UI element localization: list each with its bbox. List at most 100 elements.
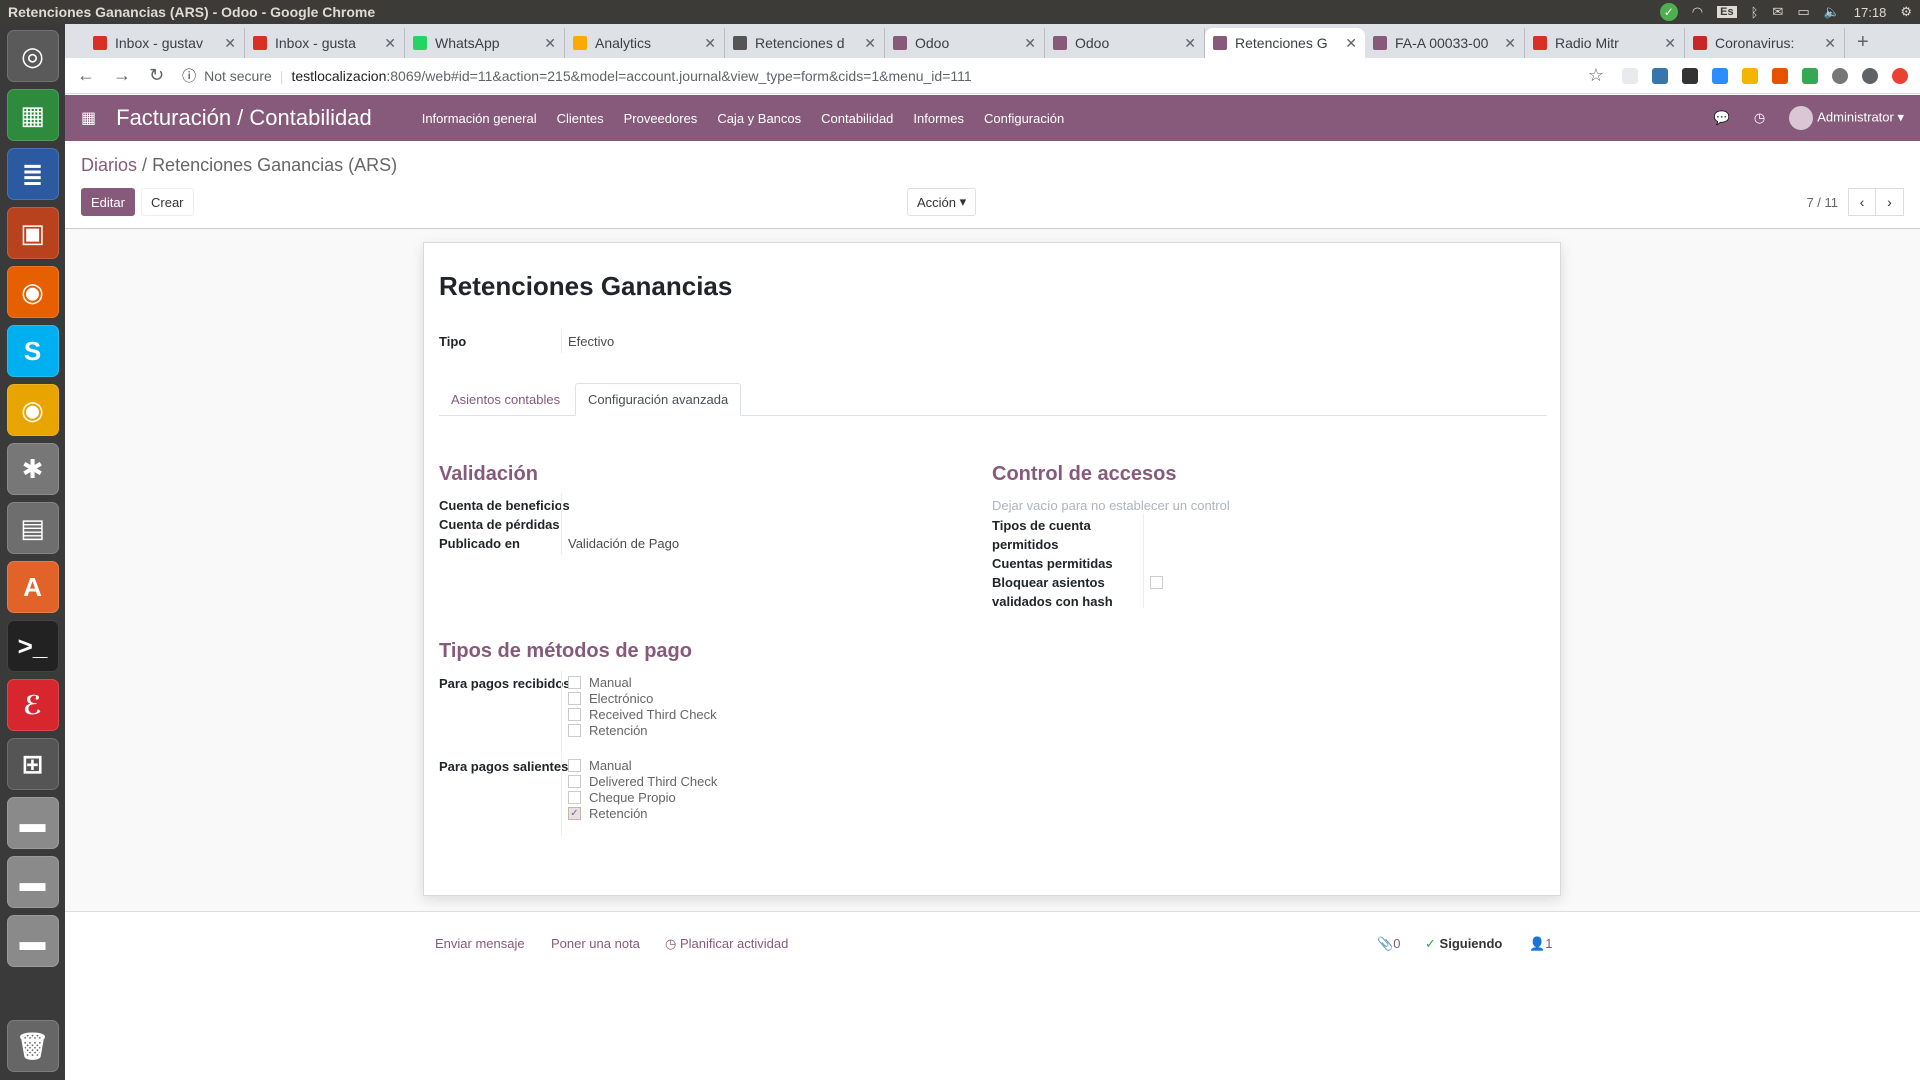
firefox-icon[interactable]: ◉	[6, 266, 59, 318]
browser-tab[interactable]: FA-A 00033-00 ✕	[1365, 28, 1525, 58]
log-note-button[interactable]: Poner una nota	[551, 936, 640, 951]
files-icon[interactable]: ▤	[6, 502, 59, 554]
close-icon[interactable]: ✕	[1184, 35, 1196, 52]
back-arrow-icon[interactable]: ←	[77, 65, 95, 86]
extension-icon[interactable]	[1802, 67, 1818, 84]
skype-icon[interactable]: S	[6, 325, 59, 377]
extension-icon[interactable]	[1832, 67, 1848, 84]
menu-item[interactable]: Contabilidad	[821, 111, 893, 126]
close-icon[interactable]: ✕	[864, 35, 876, 52]
clock[interactable]: 17:18	[1854, 5, 1887, 20]
menu-item[interactable]: Información general	[422, 111, 537, 126]
menu-item[interactable]: Proveedores	[624, 111, 698, 126]
close-icon[interactable]: ✕	[1664, 35, 1676, 52]
terminal-icon[interactable]: >_	[6, 620, 59, 672]
action-dropdown[interactable]: Acción ▾	[907, 188, 977, 216]
close-icon[interactable]: ✕	[1824, 35, 1836, 52]
profile-avatar-icon[interactable]	[1862, 67, 1878, 84]
keyboard-layout-indicator[interactable]: Es	[1717, 6, 1737, 18]
payment-method-checkbox[interactable]: Electrónico	[568, 691, 653, 706]
mail-icon[interactable]: ✉	[1772, 4, 1783, 20]
send-message-button[interactable]: Enviar mensaje	[435, 936, 525, 951]
spreadsheet-app-icon[interactable]: ▦	[6, 89, 59, 141]
forward-arrow-icon[interactable]: →	[113, 65, 131, 86]
volume-icon[interactable]: 🔈	[1824, 4, 1840, 20]
workspace-switcher-icon[interactable]: ⊞	[6, 738, 59, 790]
menu-item[interactable]: Clientes	[557, 111, 604, 126]
menu-item[interactable]: Caja y Bancos	[717, 111, 801, 126]
payment-method-checkbox[interactable]: Retención	[568, 723, 648, 738]
pager-value[interactable]: 7 / 11	[1806, 195, 1838, 210]
breadcrumb-diarios[interactable]: Diarios	[81, 155, 137, 175]
activities-clock-icon[interactable]: ◷	[1754, 110, 1765, 126]
drive-icon[interactable]: ▬	[6, 797, 59, 849]
create-button[interactable]: Crear	[141, 188, 194, 216]
menu-item[interactable]: Configuración	[984, 111, 1064, 126]
presentation-app-icon[interactable]: ▣	[6, 207, 59, 259]
close-icon[interactable]: ✕	[544, 35, 556, 52]
bluetooth-icon[interactable]: ᛒ	[1751, 5, 1759, 20]
battery-icon[interactable]: ▭	[1797, 4, 1809, 20]
drive-icon[interactable]: ▬	[6, 856, 59, 908]
close-icon[interactable]: ✕	[384, 35, 396, 52]
writer-app-icon[interactable]: ≣	[6, 148, 59, 200]
pager-previous-icon[interactable]: ‹	[1848, 188, 1876, 216]
browser-tab[interactable]: Radio Mitr ✕	[1525, 28, 1685, 58]
user-menu[interactable]: Administrator ▾	[1789, 106, 1904, 130]
browser-tab[interactable]: Retenciones G ✕	[1205, 28, 1365, 58]
payment-method-checkbox[interactable]: Manual	[568, 675, 632, 690]
update-indicator-icon[interactable]	[1892, 67, 1908, 84]
drive-icon[interactable]: ▬	[6, 915, 59, 967]
payment-method-checkbox[interactable]: ✓ Retención	[568, 806, 648, 821]
trash-icon[interactable]: 🗑	[6, 1020, 59, 1072]
close-icon[interactable]: ✕	[704, 35, 716, 52]
browser-tab[interactable]: Inbox - gusta ✕	[245, 28, 405, 58]
close-icon[interactable]: ✕	[1024, 35, 1036, 52]
close-icon[interactable]: ✕	[224, 35, 236, 52]
messages-icon[interactable]: 💬	[1714, 110, 1730, 126]
browser-tab[interactable]: WhatsApp ✕	[405, 28, 565, 58]
update-check-icon[interactable]: ✓	[1659, 3, 1678, 21]
browser-tab[interactable]: Retenciones d ✕	[725, 28, 885, 58]
browser-tab[interactable]: Inbox - gustav ✕	[85, 28, 245, 58]
extension-icon[interactable]	[1742, 67, 1758, 84]
following-button[interactable]: ✓ Siguiendo	[1425, 936, 1502, 952]
dash-icon[interactable]: ◎	[6, 30, 59, 82]
browser-tab[interactable]: Odoo ✕	[885, 28, 1045, 58]
bookmark-star-icon[interactable]: ☆	[1588, 65, 1604, 86]
browser-tab[interactable]: Odoo ✕	[1045, 28, 1205, 58]
payment-method-checkbox[interactable]: Manual	[568, 758, 632, 773]
menu-item[interactable]: Informes	[913, 111, 964, 126]
pager-next-icon[interactable]: ›	[1876, 188, 1904, 216]
payment-method-checkbox[interactable]: Received Third Check	[568, 707, 717, 722]
schedule-activity-button[interactable]: ◷ Planificar actividad	[665, 936, 788, 952]
new-tab-icon[interactable]: +	[1845, 31, 1881, 58]
zoom-extension-icon[interactable]	[1712, 67, 1728, 84]
address-bar[interactable]: ⓘ Not secure | testlocalizacion:8069/web…	[182, 66, 1570, 86]
app-brand[interactable]: Facturación / Contabilidad	[116, 105, 372, 131]
close-icon[interactable]: ✕	[1504, 35, 1516, 52]
apps-grid-icon[interactable]: ▦	[81, 108, 96, 128]
tab-asientos-contables[interactable]: Asientos contables	[439, 383, 572, 416]
followers-button[interactable]: 👤1	[1529, 936, 1552, 952]
attachments-button[interactable]: 📎0	[1377, 936, 1400, 952]
extension-icon[interactable]	[1682, 67, 1698, 84]
close-icon[interactable]: ✕	[1345, 35, 1357, 52]
lock-hash-checkbox[interactable]	[1150, 576, 1163, 589]
pdf-reader-icon[interactable]: ℰ	[6, 679, 59, 731]
payment-method-checkbox[interactable]: Delivered Third Check	[568, 774, 717, 789]
system-settings-icon[interactable]: ✱	[6, 443, 59, 495]
extension-icon[interactable]	[1622, 67, 1638, 84]
browser-tab[interactable]: Coronavirus: ✕	[1685, 28, 1845, 58]
tab-configuracion-avanzada[interactable]: Configuración avanzada	[575, 383, 742, 416]
reload-icon[interactable]: ↻	[149, 65, 164, 86]
browser-tab[interactable]: Analytics ✕	[565, 28, 725, 58]
wifi-icon[interactable]: ◠	[1692, 4, 1703, 20]
edit-button[interactable]: Editar	[81, 188, 135, 216]
payment-method-checkbox[interactable]: Cheque Propio	[568, 790, 676, 805]
python-extension-icon[interactable]	[1652, 67, 1668, 84]
info-icon[interactable]: ⓘ	[182, 66, 196, 86]
extension-icon[interactable]	[1772, 67, 1788, 84]
chrome-icon[interactable]: ◉	[6, 384, 59, 436]
settings-gear-icon[interactable]: ⚙	[1900, 4, 1912, 20]
